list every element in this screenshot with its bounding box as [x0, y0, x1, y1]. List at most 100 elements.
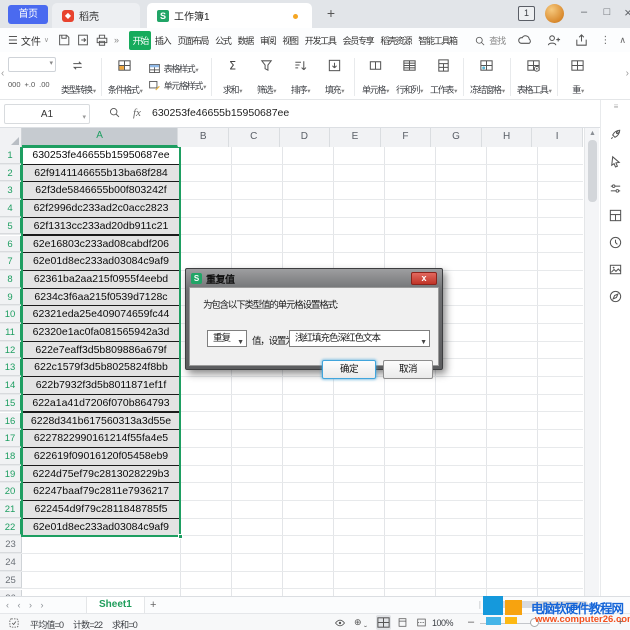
menu-稻壳资源[interactable]: 稻壳资源 — [377, 31, 415, 50]
ribbon-button-类型转换[interactable]: 类型转换▾ — [58, 55, 98, 99]
cell-A12[interactable]: 622e7eaff3d5b809886a679f — [22, 341, 180, 360]
numfmt-+.0[interactable]: +.0 — [25, 80, 36, 89]
row-header-20[interactable]: 20 — [0, 483, 22, 500]
row-header-6[interactable]: 6 — [0, 236, 22, 253]
menu-数据[interactable]: 数据 — [234, 31, 256, 50]
scroll-up-icon[interactable]: ▲ — [589, 130, 596, 137]
cell-A11[interactable]: 62320e1ac0fa081565942a3d — [22, 323, 180, 342]
cell-A9[interactable]: 6234c3f6aa215f0539d7128c — [22, 288, 180, 307]
column-header-G[interactable]: G — [431, 128, 482, 147]
column-header-E[interactable]: E — [330, 128, 381, 147]
cursor-icon[interactable] — [608, 154, 623, 169]
docer-tab[interactable]: ◆ 稻壳 — [52, 3, 140, 28]
vertical-scroll-thumb[interactable] — [588, 140, 597, 202]
cell-A5[interactable]: 62f1313cc233ad20db911c21 — [22, 217, 180, 236]
ribbon-button-冻结窗格[interactable]: 冻结窗格▾ — [467, 55, 507, 99]
cell-A15[interactable]: 622a1a41d7206f070b864793 — [22, 394, 180, 413]
row-header-11[interactable]: 11 — [0, 324, 22, 341]
row-header-12[interactable]: 12 — [0, 342, 22, 359]
number-format-combobox[interactable] — [8, 57, 56, 72]
row-header-23[interactable]: 23 — [0, 536, 22, 553]
row-header-13[interactable]: 13 — [0, 359, 22, 376]
row-header-10[interactable]: 10 — [0, 306, 22, 323]
rocket-icon[interactable] — [608, 127, 623, 142]
cell-A17[interactable]: 6227822990161214f55fa4e5 — [22, 429, 180, 448]
cell-A18[interactable]: 622619f09016120f05458eb9 — [22, 447, 180, 466]
sheet-nav-arrows[interactable]: ‹ ‹ › › — [6, 600, 47, 610]
numfmt-000[interactable]: 000 — [8, 80, 21, 89]
cell-A20[interactable]: 62247baaf79c2811e7936217 — [22, 482, 180, 501]
cell-A2[interactable]: 62f9141146655b13ba68f284 — [22, 164, 180, 183]
menu-页面布局[interactable]: 页面布局 — [174, 31, 212, 50]
menu-开始[interactable]: 开始 — [129, 31, 151, 50]
format-dropdown[interactable]: 浅红填充色深红色文本 ▼ — [289, 330, 430, 347]
cell-A1[interactable]: 630253fe46655b15950687ee — [22, 147, 180, 165]
row-header-8[interactable]: 8 — [0, 271, 22, 288]
layout-icon[interactable] — [608, 208, 623, 223]
column-header-C[interactable]: C — [229, 128, 280, 147]
menu-审阅[interactable]: 审阅 — [256, 31, 278, 50]
menu-开发工具[interactable]: 开发工具 — [301, 31, 339, 50]
ribbon-button-表格工具[interactable]: 表格工具▾ — [514, 55, 554, 99]
image-icon[interactable] — [608, 262, 623, 277]
add-sheet-button[interactable]: + — [150, 599, 156, 611]
ribbon-scroll-left-icon[interactable]: ‹ — [1, 68, 4, 79]
row-header-21[interactable]: 21 — [0, 501, 22, 518]
menu-视图[interactable]: 视图 — [279, 31, 301, 50]
cell-A22[interactable]: 62e01d8ec233ad03084c9af9 — [22, 518, 180, 537]
numfmt-.00[interactable]: .00 — [39, 80, 49, 89]
name-box[interactable]: A1 — [4, 104, 90, 124]
ribbon-button-单元格样式[interactable]: 单元格样式▾ — [148, 79, 205, 92]
cell-A21[interactable]: 622454d9f79c2811848785f5 — [22, 500, 180, 519]
ribbon-button-行和列[interactable]: 行和列▾ — [392, 55, 426, 99]
sliders-icon[interactable] — [608, 181, 623, 196]
column-header-F[interactable]: F — [381, 128, 432, 147]
dialog-titlebar[interactable]: S 重复值 — [186, 269, 442, 287]
document-count-badge[interactable]: 1 — [518, 6, 535, 21]
menu-智能工具箱[interactable]: 智能工具箱 — [415, 31, 461, 50]
ribbon-scroll-right-icon[interactable]: › — [626, 68, 629, 79]
cancel-button[interactable]: 取消 — [383, 360, 433, 379]
cell-A7[interactable]: 62e01d8ec233ad03084c9af9 — [22, 252, 180, 271]
magnifier-icon[interactable] — [108, 106, 121, 119]
clock-icon[interactable] — [608, 235, 623, 250]
row-header-22[interactable]: 22 — [0, 519, 22, 536]
home-tab-button[interactable]: 首页 — [8, 5, 48, 24]
column-header-B[interactable]: B — [178, 128, 229, 147]
row-header-16[interactable]: 16 — [0, 413, 22, 430]
normal-view-button[interactable] — [376, 615, 391, 630]
new-tab-button[interactable]: + — [322, 5, 340, 21]
formula-value[interactable]: 630253fe46655b15950687ee — [152, 107, 289, 119]
fx-icon[interactable]: fx — [133, 107, 141, 119]
column-header-I[interactable]: I — [532, 128, 583, 147]
ribbon-button-求和[interactable]: Σ求和▾ — [215, 55, 249, 99]
cell-A3[interactable]: 62f3de5846655b00f803242f — [22, 181, 180, 200]
row-header-7[interactable]: 7 — [0, 253, 22, 270]
cell-A6[interactable]: 62e16803c233ad08cabdf206 — [22, 235, 180, 254]
panel-handle-icon[interactable]: ≡ — [601, 102, 630, 111]
row-header-5[interactable]: 5 — [0, 218, 22, 235]
maximize-button[interactable]: □ — [599, 6, 615, 18]
search-box[interactable]: 查找 — [472, 34, 505, 47]
column-header-A[interactable]: A — [22, 128, 179, 147]
share-user-icon[interactable] — [546, 33, 561, 48]
menu-插入[interactable]: 插入 — [151, 31, 173, 50]
menu-会员专享[interactable]: 会员专享 — [339, 31, 377, 50]
minimize-button[interactable]: – — [576, 6, 592, 18]
compass-pin-icon[interactable] — [608, 289, 623, 304]
sheet-tab-sheet1[interactable]: Sheet1 — [86, 597, 145, 613]
cell-A10[interactable]: 62321eda25e409074659fc44 — [22, 305, 180, 324]
ribbon-button-表格样式[interactable]: 表格样式▾ — [148, 62, 205, 75]
ribbon-button-排序[interactable]: 排序▾ — [283, 55, 317, 99]
save-icon[interactable] — [57, 33, 72, 48]
ribbon-button-筛选[interactable]: 筛选▾ — [249, 55, 283, 99]
cell-A14[interactable]: 622b7932f3d5b8011871ef1f — [22, 376, 180, 395]
ribbon-button-单元格[interactable]: 单元格▾ — [358, 55, 392, 99]
locate-target-icon[interactable]: ⊕ ˬ — [354, 617, 367, 628]
column-header-H[interactable]: H — [482, 128, 533, 147]
avatar[interactable] — [545, 4, 564, 23]
row-header-19[interactable]: 19 — [0, 466, 22, 483]
select-all-corner[interactable] — [0, 128, 22, 147]
page-layout-view-button[interactable] — [395, 615, 410, 630]
cell-A19[interactable]: 6224d75ef79c2813028229b3 — [22, 465, 180, 484]
